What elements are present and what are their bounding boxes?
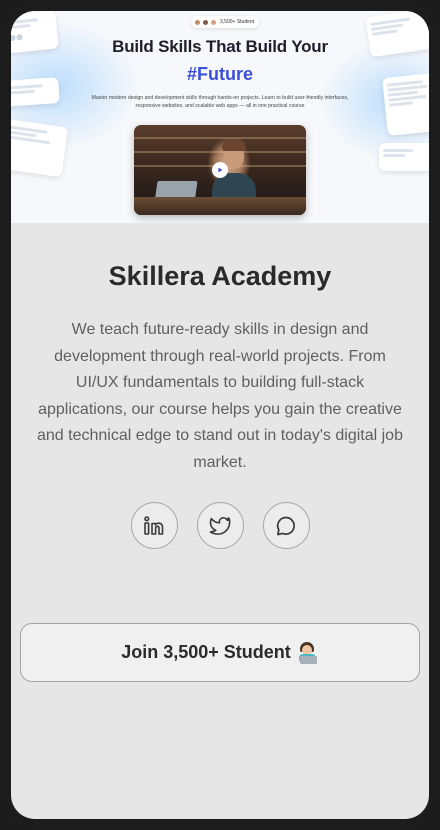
brand-description: We teach future-ready skills in design a… (37, 321, 403, 471)
chat-button[interactable] (262, 502, 310, 549)
student-avatar (194, 18, 201, 26)
chat-icon (276, 516, 295, 535)
linkedin-button[interactable] (130, 502, 178, 549)
students-pill: 3,500+ Student (191, 16, 260, 28)
twitter-icon (209, 516, 231, 535)
video-person-hair (222, 139, 246, 151)
decor-card (379, 143, 429, 171)
play-button[interactable] (212, 162, 228, 178)
play-icon (218, 167, 223, 173)
hero-accent: #Future (186, 64, 253, 84)
hero-banner: 3,500+ Student Build Skills That Build Y… (11, 11, 429, 223)
student-avatar (210, 18, 217, 26)
student-avatar (202, 18, 209, 26)
join-button[interactable]: Join 3,500+ Student (20, 623, 420, 682)
decor-card (11, 118, 69, 178)
join-button-label: Join 3,500+ Student (121, 642, 291, 662)
video-shelf (134, 151, 306, 153)
hero-subtitle: Master modern design and development ski… (91, 95, 349, 109)
brand-title: Skillera Academy (108, 261, 332, 291)
technologist-emoji-icon (297, 641, 319, 664)
social-links (11, 502, 429, 549)
students-pill-label: 3,500+ Student (220, 19, 255, 25)
phone-frame: 3,500+ Student Build Skills That Build Y… (0, 0, 440, 830)
linkedin-icon (144, 515, 164, 535)
hero-title: Build Skills That Build Your (112, 37, 328, 56)
video-desk (134, 197, 306, 215)
screen: 3,500+ Student Build Skills That Build Y… (11, 11, 429, 819)
twitter-button[interactable] (196, 502, 244, 549)
video-shelf (134, 137, 306, 139)
hero-video[interactable] (134, 125, 306, 215)
